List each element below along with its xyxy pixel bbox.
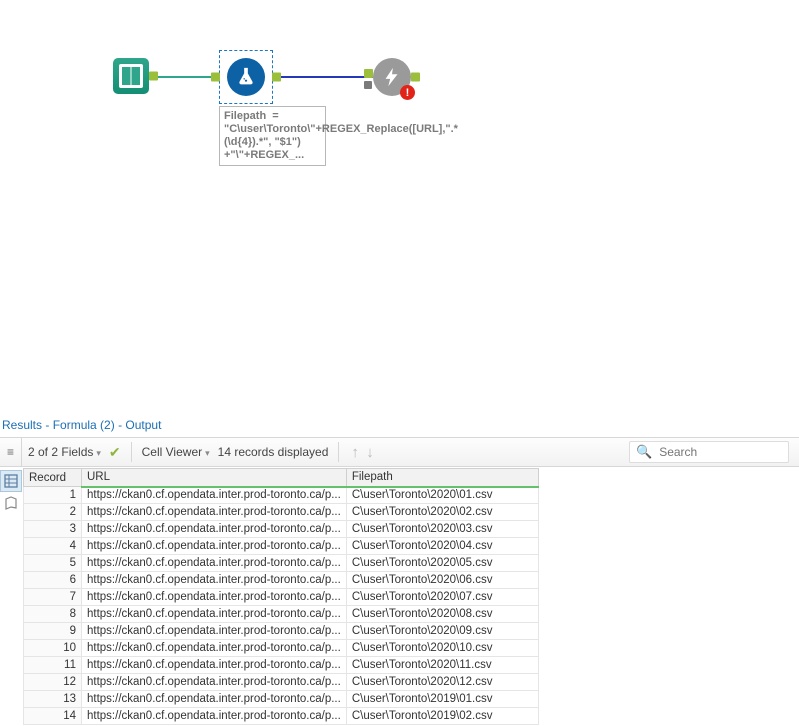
row-number: 4 — [24, 538, 82, 555]
cell-viewer-dropdown[interactable]: Cell Viewer▾ — [142, 445, 210, 459]
table-row[interactable]: 13https://ckan0.cf.opendata.inter.prod-t… — [24, 691, 539, 708]
row-number: 2 — [24, 504, 82, 521]
cell-url[interactable]: https://ckan0.cf.opendata.inter.prod-tor… — [82, 606, 347, 623]
row-number: 13 — [24, 691, 82, 708]
table-row[interactable]: 7https://ckan0.cf.opendata.inter.prod-to… — [24, 589, 539, 606]
cell-url[interactable]: https://ckan0.cf.opendata.inter.prod-tor… — [82, 674, 347, 691]
cell-url[interactable]: https://ckan0.cf.opendata.inter.prod-tor… — [82, 504, 347, 521]
table-row[interactable]: 2https://ckan0.cf.opendata.inter.prod-to… — [24, 504, 539, 521]
error-badge-icon: ! — [400, 85, 415, 100]
output-anchor[interactable] — [411, 73, 420, 82]
formula-tool[interactable]: Filepath = "C\user\Toronto\"+REGEX_Repla… — [219, 50, 277, 166]
row-number: 9 — [24, 623, 82, 640]
results-title: Results - Formula (2) - Output — [0, 415, 799, 438]
cell-url[interactable]: https://ckan0.cf.opendata.inter.prod-tor… — [82, 691, 347, 708]
cell-filepath[interactable]: C\user\Toronto\2020\02.csv — [346, 504, 538, 521]
table-row[interactable]: 8https://ckan0.cf.opendata.inter.prod-to… — [24, 606, 539, 623]
input-anchor[interactable] — [211, 73, 220, 82]
cell-filepath[interactable]: C\user\Toronto\2020\07.csv — [346, 589, 538, 606]
row-number: 10 — [24, 640, 82, 657]
column-header-url[interactable]: URL — [82, 469, 347, 487]
input-anchor[interactable] — [364, 69, 373, 78]
cell-url[interactable]: https://ckan0.cf.opendata.inter.prod-tor… — [82, 657, 347, 674]
table-view-tab[interactable] — [0, 470, 22, 492]
column-header-filepath[interactable]: Filepath — [346, 469, 538, 487]
row-number: 11 — [24, 657, 82, 674]
results-toolbar: 2 of 2 Fields▾ ✔ Cell Viewer▾ 14 records… — [0, 437, 799, 467]
table-icon — [4, 474, 18, 488]
table-row[interactable]: 5https://ckan0.cf.opendata.inter.prod-to… — [24, 555, 539, 572]
table-row[interactable]: 4https://ckan0.cf.opendata.inter.prod-to… — [24, 538, 539, 555]
column-header-record[interactable]: Record — [24, 469, 82, 487]
actions-menu-icon[interactable]: ≡ — [0, 437, 22, 467]
cell-filepath[interactable]: C\user\Toronto\2020\06.csv — [346, 572, 538, 589]
table-row[interactable]: 12https://ckan0.cf.opendata.inter.prod-t… — [24, 674, 539, 691]
cell-url[interactable]: https://ckan0.cf.opendata.inter.prod-tor… — [82, 589, 347, 606]
arrow-up-icon[interactable]: ↑ — [349, 444, 361, 461]
cell-url[interactable]: https://ckan0.cf.opendata.inter.prod-tor… — [82, 521, 347, 538]
row-number: 12 — [24, 674, 82, 691]
formula-annotation: Filepath = "C\user\Toronto\"+REGEX_Repla… — [219, 106, 326, 166]
search-icon: 🔍 — [636, 444, 652, 460]
output-data-tool[interactable]: ! — [373, 58, 411, 96]
cell-filepath[interactable]: C\user\Toronto\2019\02.csv — [346, 708, 538, 725]
cell-url[interactable]: https://ckan0.cf.opendata.inter.prod-tor… — [82, 572, 347, 589]
cell-url[interactable]: https://ckan0.cf.opendata.inter.prod-tor… — [82, 555, 347, 572]
table-row[interactable]: 10https://ckan0.cf.opendata.inter.prod-t… — [24, 640, 539, 657]
results-table[interactable]: Record URL Filepath 1https://ckan0.cf.op… — [23, 468, 539, 725]
row-number: 3 — [24, 521, 82, 538]
table-row[interactable]: 1https://ckan0.cf.opendata.inter.prod-to… — [24, 487, 539, 504]
cell-filepath[interactable]: C\user\Toronto\2020\04.csv — [346, 538, 538, 555]
cell-url[interactable]: https://ckan0.cf.opendata.inter.prod-tor… — [82, 623, 347, 640]
workflow-canvas[interactable]: Filepath = "C\user\Toronto\"+REGEX_Repla… — [0, 0, 799, 400]
arrow-down-icon[interactable]: ↓ — [364, 444, 376, 461]
cell-filepath[interactable]: C\user\Toronto\2020\10.csv — [346, 640, 538, 657]
row-number: 1 — [24, 487, 82, 504]
connector — [275, 76, 373, 78]
output-anchor[interactable] — [149, 72, 158, 81]
shape-icon — [4, 496, 18, 510]
row-number: 6 — [24, 572, 82, 589]
cell-filepath[interactable]: C\user\Toronto\2020\12.csv — [346, 674, 538, 691]
table-row[interactable]: 3https://ckan0.cf.opendata.inter.prod-to… — [24, 521, 539, 538]
cell-url[interactable]: https://ckan0.cf.opendata.inter.prod-tor… — [82, 487, 347, 504]
cell-url[interactable]: https://ckan0.cf.opendata.inter.prod-tor… — [82, 538, 347, 555]
cell-filepath[interactable]: C\user\Toronto\2020\01.csv — [346, 487, 538, 504]
input-data-tool[interactable] — [113, 58, 149, 94]
records-count: 14 records displayed — [218, 445, 329, 459]
cell-filepath[interactable]: C\user\Toronto\2020\08.csv — [346, 606, 538, 623]
cell-filepath[interactable]: C\user\Toronto\2020\05.csv — [346, 555, 538, 572]
lightning-icon — [381, 66, 403, 88]
table-row[interactable]: 9https://ckan0.cf.opendata.inter.prod-to… — [24, 623, 539, 640]
connector — [150, 76, 220, 78]
cell-url[interactable]: https://ckan0.cf.opendata.inter.prod-tor… — [82, 640, 347, 657]
cell-filepath[interactable]: C\user\Toronto\2020\09.csv — [346, 623, 538, 640]
output-anchor[interactable] — [272, 73, 281, 82]
row-number: 5 — [24, 555, 82, 572]
table-row[interactable]: 11https://ckan0.cf.opendata.inter.prod-t… — [24, 657, 539, 674]
input-anchor-2[interactable] — [364, 81, 372, 89]
row-number: 8 — [24, 606, 82, 623]
cell-filepath[interactable]: C\user\Toronto\2019\01.csv — [346, 691, 538, 708]
table-row[interactable]: 6https://ckan0.cf.opendata.inter.prod-to… — [24, 572, 539, 589]
fields-dropdown[interactable]: 2 of 2 Fields▾ — [28, 445, 101, 459]
table-row[interactable]: 14https://ckan0.cf.opendata.inter.prod-t… — [24, 708, 539, 725]
search-input[interactable]: 🔍 — [629, 441, 789, 463]
search-field[interactable] — [657, 444, 777, 460]
row-number: 14 — [24, 708, 82, 725]
cell-filepath[interactable]: C\user\Toronto\2020\11.csv — [346, 657, 538, 674]
flask-icon — [235, 66, 257, 88]
cell-filepath[interactable]: C\user\Toronto\2020\03.csv — [346, 521, 538, 538]
map-view-tab[interactable] — [0, 492, 22, 514]
row-number: 7 — [24, 589, 82, 606]
checkmark-icon[interactable]: ✔ — [109, 444, 121, 461]
cell-url[interactable]: https://ckan0.cf.opendata.inter.prod-tor… — [82, 708, 347, 725]
